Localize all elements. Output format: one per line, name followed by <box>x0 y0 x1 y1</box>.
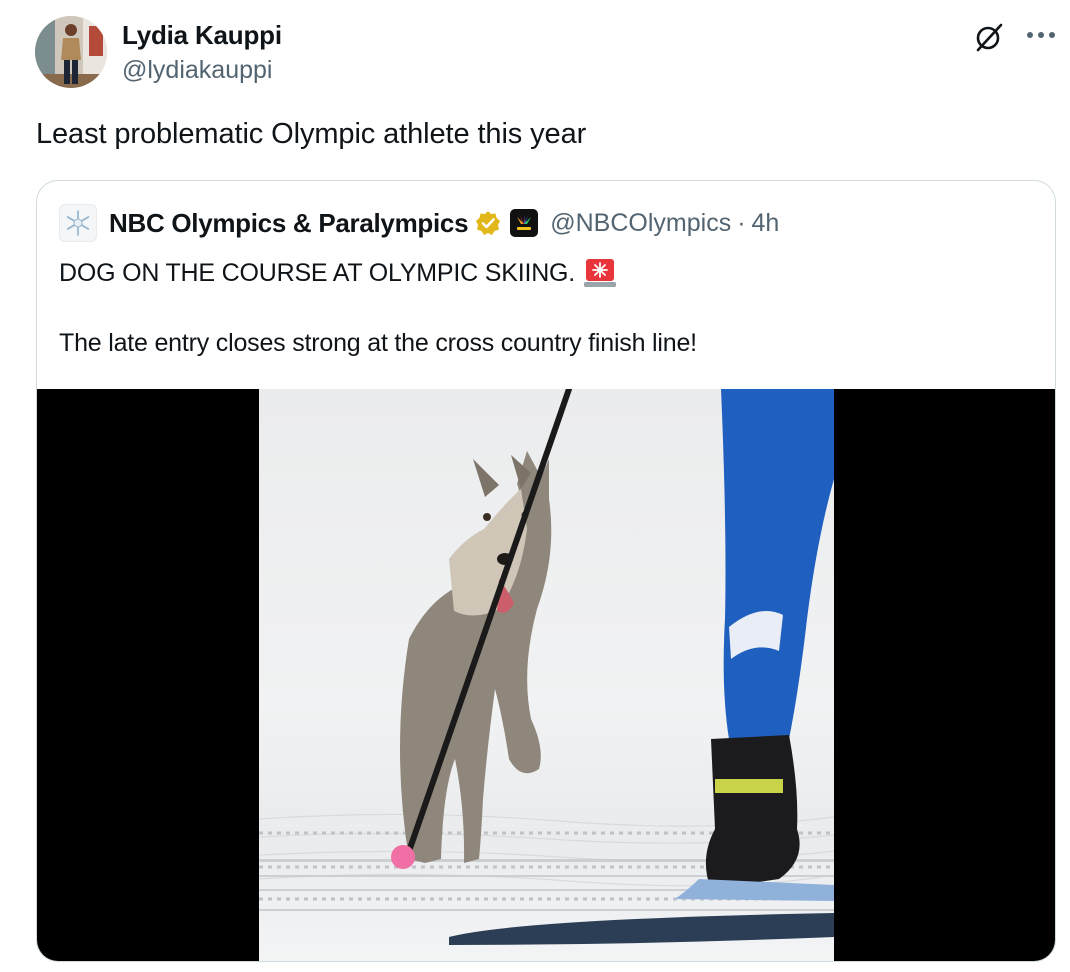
quote-headline: DOG ON THE COURSE AT OLYMPIC SKIING. <box>59 258 576 287</box>
dot-separator: · <box>737 208 746 237</box>
quote-timestamp[interactable]: 4h <box>752 209 780 238</box>
peacock-icon <box>517 214 532 230</box>
snowflake-logo-icon <box>66 210 90 236</box>
avatar-photo <box>35 16 107 88</box>
grok-button[interactable] <box>972 20 1006 54</box>
more-horizontal-icon <box>1027 32 1055 38</box>
video-frame[interactable] <box>259 389 834 961</box>
more-options-button[interactable] <box>1024 20 1058 50</box>
quote-author-handle[interactable]: @NBCOlympics <box>550 209 731 238</box>
tweet: Lydia Kauppi @lydiakauppi Least problema… <box>0 0 1070 972</box>
verified-badge-icon <box>476 211 501 235</box>
video-player[interactable] <box>37 389 1055 961</box>
quote-text-line: DOG ON THE COURSE AT OLYMPIC SKIING. <box>59 257 617 289</box>
nbc-sports-affiliate-icon[interactable] <box>510 209 539 237</box>
grok-icon <box>976 23 1003 52</box>
wolf-skiing-scene <box>259 389 834 945</box>
rotating-light-icon <box>584 259 617 287</box>
quote-author-name[interactable]: NBC Olympics & Paralympics <box>109 208 469 239</box>
quote-body-text: The late entry closes strong at the cros… <box>59 329 697 357</box>
quoted-tweet[interactable]: NBC Olympics & Paralympics @NBCOlympics … <box>36 180 1056 962</box>
tweet-text: Least problematic Olympic athlete this y… <box>36 118 587 150</box>
author-handle[interactable]: @lydiakauppi <box>122 56 272 85</box>
avatar[interactable] <box>35 16 107 88</box>
author-name[interactable]: Lydia Kauppi <box>122 20 282 51</box>
quote-header: NBC Olympics & Paralympics @NBCOlympics … <box>59 203 779 243</box>
nbc-olympics-avatar[interactable] <box>59 204 97 242</box>
